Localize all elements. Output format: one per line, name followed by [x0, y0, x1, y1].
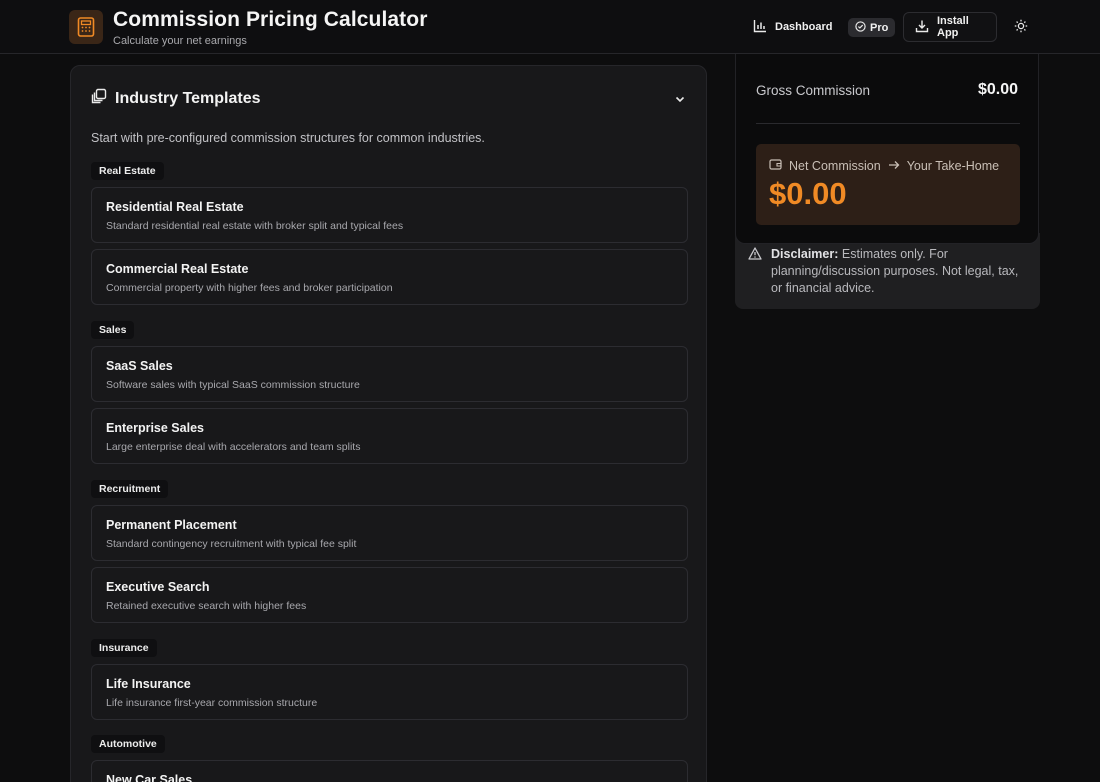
check-circle-icon: [855, 20, 866, 35]
template-executive-search[interactable]: Executive Search Retained executive sear…: [91, 567, 688, 623]
templates-intro: Start with pre-configured commission str…: [91, 131, 485, 145]
templates-icon: [91, 88, 107, 109]
gross-commission-value: $0.00: [977, 81, 1018, 98]
warning-icon: [748, 247, 762, 265]
template-description: Software sales with typical SaaS commiss…: [106, 379, 360, 391]
template-life-insurance[interactable]: Life Insurance Life insurance first-year…: [91, 664, 688, 720]
template-residential-real-estate[interactable]: Residential Real Estate Standard residen…: [91, 187, 688, 243]
net-commission-heading: Net Commission Your Take-Home: [769, 158, 999, 173]
results-card: Gross Commission $0.00 Net Commission Yo…: [735, 40, 1039, 244]
category-insurance: Insurance: [91, 639, 157, 657]
template-name: SaaS Sales: [106, 359, 173, 373]
template-enterprise-sales[interactable]: Enterprise Sales Large enterprise deal w…: [91, 408, 688, 464]
template-description: Large enterprise deal with accelerators …: [106, 441, 361, 453]
templates-title: Industry Templates: [115, 89, 261, 107]
template-description: Commercial property with higher fees and…: [106, 282, 393, 294]
gross-commission-label: Gross Commission: [756, 83, 871, 98]
template-commercial-real-estate[interactable]: Commercial Real Estate Commercial proper…: [91, 249, 688, 305]
net-commission-label: Net Commission: [789, 158, 881, 173]
template-new-car-sales[interactable]: New Car Sales: [91, 760, 688, 782]
divider: [756, 123, 1020, 124]
template-permanent-placement[interactable]: Permanent Placement Standard contingency…: [91, 505, 688, 561]
category-sales: Sales: [91, 321, 135, 339]
wallet-icon: [769, 158, 782, 173]
install-app-label: Install App: [937, 15, 969, 39]
category-automotive: Automotive: [91, 735, 165, 753]
template-saas-sales[interactable]: SaaS Sales Software sales with typical S…: [91, 346, 688, 402]
net-commission-box: Net Commission Your Take-Home $0.00: [756, 144, 1020, 225]
calculator-icon: [69, 10, 103, 44]
template-name: Commercial Real Estate: [106, 262, 249, 276]
app-subtitle: Calculate your net earnings: [113, 35, 247, 47]
template-description: Standard contingency recruitment with ty…: [106, 538, 357, 550]
disclaimer-label: Disclaimer:: [771, 247, 839, 261]
pro-label: Pro: [870, 21, 889, 34]
category-recruitment: Recruitment: [91, 480, 169, 498]
category-real-estate: Real Estate: [91, 162, 164, 180]
template-name: Enterprise Sales: [106, 421, 204, 435]
template-description: Life insurance first-year commission str…: [106, 697, 318, 709]
chevron-down-icon[interactable]: [674, 92, 686, 110]
templates-header[interactable]: Industry Templates: [91, 88, 261, 109]
dashboard-button[interactable]: Dashboard: [743, 12, 842, 42]
disclaimer-text: Disclaimer: Estimates only. For planning…: [771, 246, 1027, 297]
template-name: New Car Sales: [106, 773, 193, 782]
template-name: Executive Search: [106, 580, 210, 594]
install-app-button[interactable]: Install App: [903, 12, 997, 42]
theme-toggle-button[interactable]: [1007, 12, 1035, 42]
disclaimer-box: Disclaimer: Estimates only. For planning…: [735, 233, 1040, 309]
template-description: Retained executive search with higher fe…: [106, 600, 307, 612]
download-icon: [915, 19, 929, 36]
template-name: Life Insurance: [106, 677, 191, 691]
template-description: Standard residential real estate with br…: [106, 220, 404, 232]
pro-badge[interactable]: Pro: [848, 18, 896, 37]
template-name: Permanent Placement: [106, 518, 237, 532]
template-name: Residential Real Estate: [106, 200, 244, 214]
app-header: Commission Pricing Calculator Calculate …: [0, 0, 1100, 54]
bar-chart-icon: [753, 19, 767, 36]
app-title: Commission Pricing Calculator: [113, 8, 428, 31]
industry-templates-panel: Industry Templates Start with pre-config…: [70, 65, 707, 782]
net-commission-value: $0.00: [769, 176, 847, 211]
dashboard-label: Dashboard: [775, 21, 833, 33]
arrow-right-icon: [888, 159, 900, 173]
sun-icon: [1014, 19, 1028, 36]
take-home-label: Your Take-Home: [906, 158, 1000, 173]
